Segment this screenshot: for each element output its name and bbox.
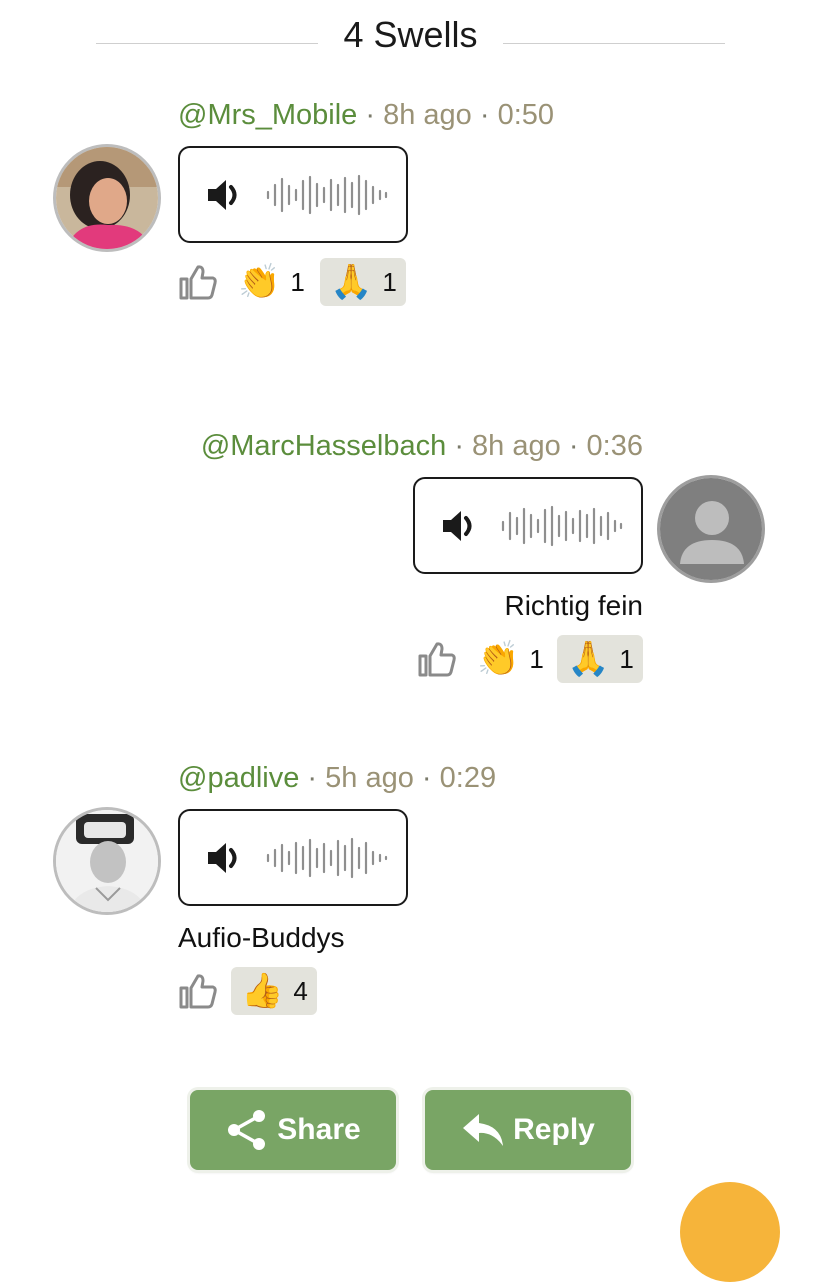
pray-emoji-icon: 🙏: [567, 639, 610, 679]
audio-duration: 0:29: [439, 762, 497, 794]
speaker-icon[interactable]: [206, 175, 246, 215]
timestamp: 8h ago: [472, 430, 561, 462]
reaction-chip-selected[interactable]: 👍 4: [231, 967, 317, 1015]
timestamp: 8h ago: [383, 99, 472, 131]
floating-action-button[interactable]: [680, 1182, 780, 1282]
audio-duration: 0:50: [497, 99, 555, 131]
thumbs-up-emoji-icon: 👍: [241, 971, 284, 1011]
audio-duration: 0:36: [586, 430, 643, 462]
thumbs-up-outline-icon[interactable]: [178, 264, 218, 300]
voice-message-player[interactable]: [178, 809, 408, 906]
share-icon: [228, 1110, 266, 1150]
waveform-icon: [266, 837, 388, 879]
reaction-count: 1: [529, 643, 544, 674]
reaction-count: 1: [382, 266, 397, 297]
clap-emoji-icon: 👏: [238, 262, 281, 302]
swell-caption: Aufio-Buddys: [178, 922, 345, 953]
clap-emoji-icon: 👏: [477, 639, 520, 679]
share-label: Share: [277, 1113, 361, 1146]
page-title: 4 Swells: [343, 14, 478, 55]
reaction-count: 4: [293, 975, 308, 1006]
voice-message-player[interactable]: [413, 477, 643, 574]
swells-header: 4 Swells: [0, 10, 821, 60]
timestamp: 5h ago: [325, 762, 414, 794]
username-link[interactable]: @Mrs_Mobile: [178, 99, 357, 131]
waveform-icon: [266, 174, 388, 216]
reaction-chip[interactable]: 👏 1: [238, 258, 306, 306]
swell-meta: @padlive · 5h ago · 0:29: [178, 762, 497, 794]
swell-meta: @MarcHasselbach · 8h ago · 0:36: [200, 430, 643, 462]
username-link[interactable]: @padlive: [178, 762, 299, 794]
speaker-icon[interactable]: [206, 838, 246, 878]
share-button[interactable]: Share: [190, 1090, 396, 1170]
header-divider-left: [96, 43, 318, 44]
default-avatar-icon[interactable]: [657, 475, 765, 583]
reaction-count: 1: [619, 643, 634, 674]
thumbs-up-outline-icon[interactable]: [417, 641, 457, 677]
voice-message-player[interactable]: [178, 146, 408, 243]
speaker-icon[interactable]: [441, 506, 481, 546]
thumbs-up-outline-icon[interactable]: [178, 973, 218, 1009]
reply-label: Reply: [513, 1113, 595, 1146]
reply-button[interactable]: Reply: [425, 1090, 631, 1170]
avatar[interactable]: [53, 144, 161, 252]
reaction-chip[interactable]: 👏 1: [477, 635, 545, 683]
username-link[interactable]: @MarcHasselbach: [201, 430, 446, 462]
reaction-chip-selected[interactable]: 🙏 1: [320, 258, 406, 306]
pray-emoji-icon: 🙏: [330, 262, 373, 302]
reaction-chip-selected[interactable]: 🙏 1: [557, 635, 643, 683]
swell-meta: @Mrs_Mobile · 8h ago · 0:50: [178, 99, 555, 131]
reply-arrow-icon: [463, 1114, 504, 1146]
avatar[interactable]: [53, 807, 161, 915]
waveform-icon: [501, 505, 623, 547]
reaction-count: 1: [290, 266, 305, 297]
header-divider-right: [503, 43, 725, 44]
swell-caption: Richtig fein: [504, 590, 643, 621]
